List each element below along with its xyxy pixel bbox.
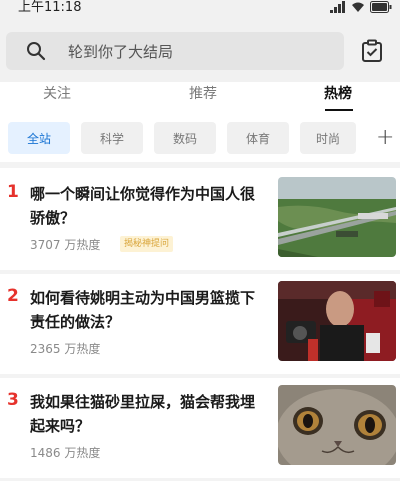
item-badge: 揭秘神提问 bbox=[120, 236, 174, 252]
item-thumbnail[interactable] bbox=[278, 177, 396, 257]
chip-all[interactable]: 全站 bbox=[8, 122, 70, 154]
item-thumbnail[interactable] bbox=[278, 385, 396, 465]
search-icon bbox=[27, 42, 46, 61]
status-icons bbox=[330, 1, 392, 13]
search-bar[interactable]: 轮到你了大结局 bbox=[6, 32, 344, 70]
hot-list-item[interactable]: 1 哪一个瞬间让你觉得作为中国人很骄傲？ 3707 万热度 揭秘神提问 bbox=[0, 170, 400, 270]
chip-fashion[interactable]: 时尚 bbox=[300, 122, 356, 154]
rank-number: 3 bbox=[7, 390, 19, 410]
add-category-icon[interactable]: + bbox=[376, 125, 394, 150]
clipboard-check-icon[interactable] bbox=[360, 39, 384, 63]
rank-number: 2 bbox=[7, 286, 19, 306]
chip-science[interactable]: 科学 bbox=[81, 122, 143, 154]
heat-count: 2365 万热度 bbox=[30, 342, 101, 356]
chip-sports[interactable]: 体育 bbox=[227, 122, 289, 154]
divider bbox=[0, 162, 400, 168]
search-placeholder: 轮到你了大结局 bbox=[68, 43, 174, 61]
item-title[interactable]: 如何看待姚明主动为中国男篮揽下责任的做法？ bbox=[30, 286, 268, 334]
heat-count: 3707 万热度 bbox=[30, 238, 101, 252]
active-tab-indicator bbox=[325, 109, 353, 111]
status-bar: 上午11:18 bbox=[0, 0, 400, 20]
search-header: 轮到你了大结局 bbox=[0, 20, 400, 82]
tab-hot[interactable]: 热榜 bbox=[324, 83, 352, 103]
heat-count: 1486 万热度 bbox=[30, 446, 101, 460]
signal-icon bbox=[330, 1, 345, 13]
bridge-photo bbox=[278, 177, 396, 257]
rank-number: 1 bbox=[7, 182, 19, 202]
item-title[interactable]: 我如果往猫砂里拉屎，猫会帮我埋起来吗？ bbox=[30, 390, 268, 438]
item-thumbnail[interactable] bbox=[278, 281, 396, 361]
item-title[interactable]: 哪一个瞬间让你觉得作为中国人很骄傲？ bbox=[30, 182, 268, 230]
tab-follow[interactable]: 关注 bbox=[43, 83, 71, 103]
chip-digital[interactable]: 数码 bbox=[154, 122, 216, 154]
category-chips: 全站 科学 数码 体育 时尚 + bbox=[0, 114, 400, 162]
battery-icon bbox=[370, 1, 392, 13]
press-conference-photo bbox=[278, 281, 396, 361]
tab-recommend[interactable]: 推荐 bbox=[189, 83, 217, 103]
top-tabs: 关注 推荐 热榜 bbox=[0, 82, 400, 114]
hot-list-item[interactable]: 3 我如果往猫砂里拉屎，猫会帮我埋起来吗？ 1486 万热度 bbox=[0, 378, 400, 478]
cat-photo bbox=[278, 385, 396, 465]
wifi-icon bbox=[352, 2, 364, 12]
status-time: 上午11:18 bbox=[18, 0, 82, 15]
hot-list-item[interactable]: 2 如何看待姚明主动为中国男篮揽下责任的做法？ 2365 万热度 bbox=[0, 274, 400, 374]
